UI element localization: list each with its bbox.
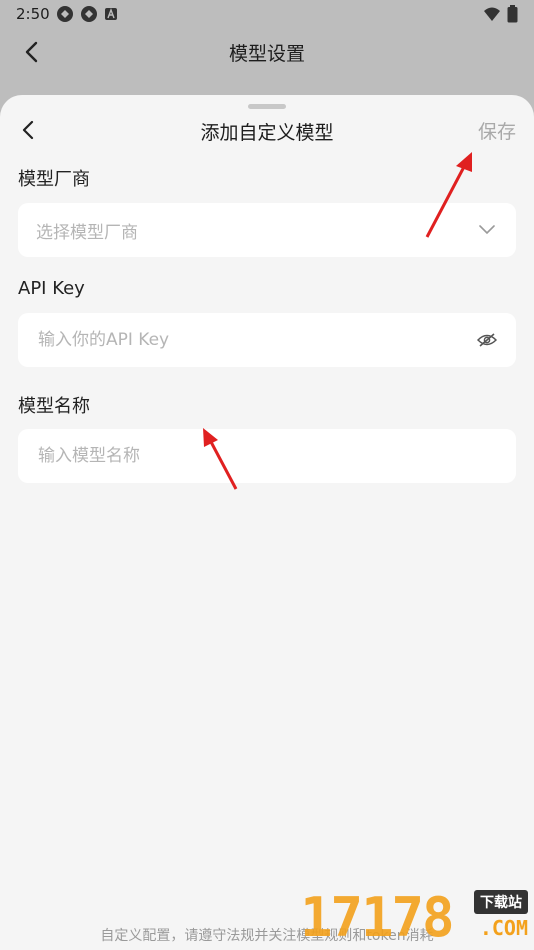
watermark-domain: .COM [479,916,528,940]
arrow-to-save [425,152,472,238]
annotation-arrows [203,152,472,490]
watermark-number: 17178 [300,886,455,949]
watermark-logo: 17178 下载站 .COM [300,886,530,949]
arrow-to-model-name [203,428,238,490]
watermark-tag: 下载站 [474,890,528,914]
